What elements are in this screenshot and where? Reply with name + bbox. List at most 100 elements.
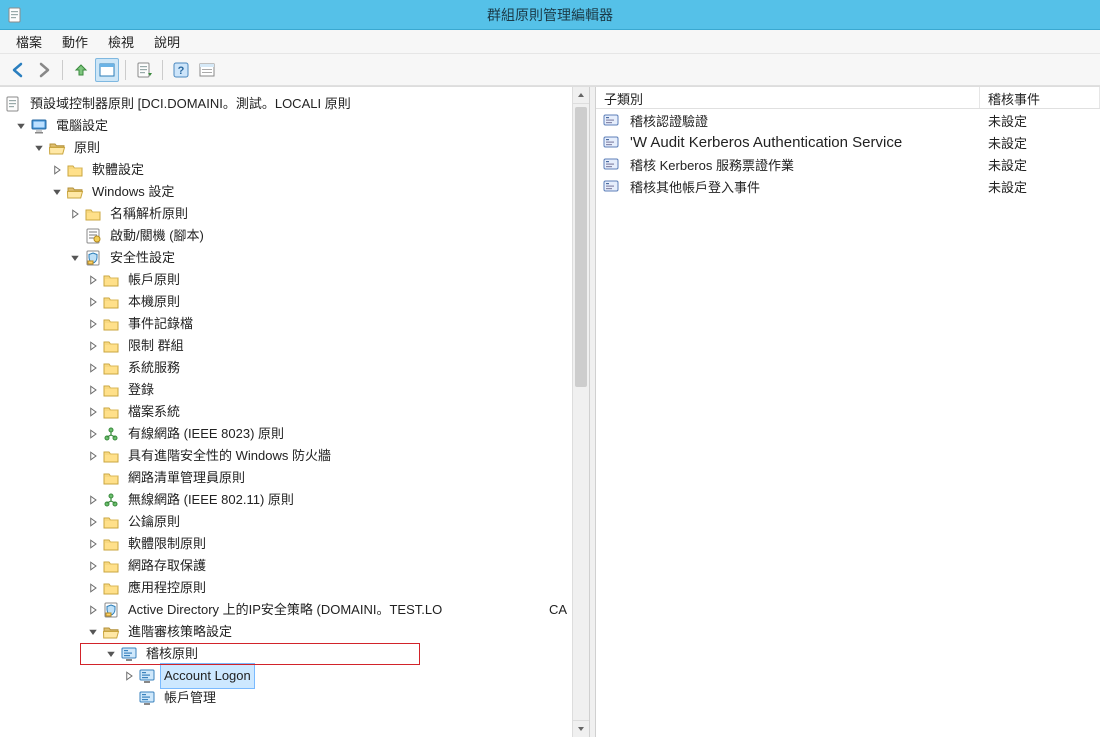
- folder-icon: [102, 381, 120, 399]
- list-header: 子類別 稽核事件: [596, 87, 1100, 109]
- scroll-down-icon[interactable]: [573, 720, 589, 737]
- folder-icon: [102, 447, 120, 465]
- title-bar: 群組原則管理編輯器: [0, 0, 1100, 30]
- audit-icon: [138, 689, 156, 707]
- policy-icon: [4, 95, 22, 113]
- audit-icon: [138, 667, 156, 685]
- list-row[interactable]: 'W Audit Kerberos Authentication Service…: [596, 131, 1100, 153]
- expand-icon[interactable]: [86, 339, 100, 353]
- menu-file[interactable]: 檔案: [6, 30, 52, 53]
- expand-icon[interactable]: [14, 119, 28, 133]
- content-area: 預設域控制器原則 [DCI.DOMAINI。測試。LOCALI 原則 電腦設定 …: [0, 86, 1100, 737]
- expand-icon[interactable]: [68, 207, 82, 221]
- expand-icon[interactable]: [50, 185, 64, 199]
- folder-icon: [102, 337, 120, 355]
- column-audit-events[interactable]: 稽核事件: [980, 87, 1100, 108]
- computer-icon: [30, 117, 48, 135]
- expand-icon[interactable]: [86, 427, 100, 441]
- list-item-value: 未設定: [980, 155, 1100, 174]
- expand-icon[interactable]: [86, 559, 100, 573]
- folder-icon: [66, 161, 84, 179]
- separator: [62, 60, 63, 80]
- expand-icon[interactable]: [122, 669, 136, 683]
- list-item-value: 未設定: [980, 111, 1100, 130]
- menu-help[interactable]: 說明: [144, 30, 190, 53]
- menu-bar: 檔案 動作 檢視 說明: [0, 30, 1100, 54]
- separator: [162, 60, 163, 80]
- expand-icon[interactable]: [86, 537, 100, 551]
- navigation-tree[interactable]: 預設域控制器原則 [DCI.DOMAINI。測試。LOCALI 原則 電腦設定 …: [0, 87, 589, 715]
- security-icon: [102, 601, 120, 619]
- item-icon: [602, 133, 620, 151]
- folder-icon: [102, 513, 120, 531]
- folder-icon: [102, 293, 120, 311]
- expand-icon[interactable]: [86, 515, 100, 529]
- script-icon: [84, 227, 102, 245]
- expand-icon[interactable]: [50, 163, 64, 177]
- tree-label[interactable]: 帳戶管理: [160, 685, 220, 711]
- folder-icon: [102, 579, 120, 597]
- window-title: 群組原則管理編輯器: [487, 5, 613, 25]
- expand-icon[interactable]: [86, 361, 100, 375]
- folder-icon: [102, 535, 120, 553]
- folder-icon: [84, 205, 102, 223]
- list-row[interactable]: 稽核 Kerberos 服務票證作業 未設定: [596, 153, 1100, 175]
- toolbar: [0, 54, 1100, 86]
- security-icon: [84, 249, 102, 267]
- network-icon: [102, 425, 120, 443]
- scrollbar-vertical[interactable]: [572, 87, 589, 737]
- list-body: 稽核認證驗證未設定'W Audit Kerberos Authenticatio…: [596, 109, 1100, 197]
- list-item-label: 稽核認證驗證: [630, 111, 708, 130]
- column-subcategory[interactable]: 子類別: [596, 87, 980, 108]
- export-button[interactable]: [132, 58, 156, 82]
- expand-icon[interactable]: [86, 603, 100, 617]
- item-icon: [602, 111, 620, 129]
- item-icon: [602, 177, 620, 195]
- folder-icon: [102, 469, 120, 487]
- list-item-value: 未設定: [980, 133, 1100, 152]
- expand-icon[interactable]: [86, 625, 100, 639]
- scroll-thumb[interactable]: [575, 107, 587, 387]
- folder-icon: [102, 557, 120, 575]
- expand-icon[interactable]: [86, 581, 100, 595]
- list-item-label: 稽核 Kerberos 服務票證作業: [630, 155, 794, 174]
- list-item-label: 'W Audit Kerberos Authentication Service: [630, 134, 902, 151]
- expand-icon[interactable]: [86, 449, 100, 463]
- folder-icon: [102, 271, 120, 289]
- menu-action[interactable]: 動作: [52, 30, 98, 53]
- expand-icon[interactable]: [86, 295, 100, 309]
- list-row[interactable]: 稽核認證驗證 未設定: [596, 109, 1100, 131]
- folder-icon: [102, 359, 120, 377]
- expand-icon[interactable]: [86, 317, 100, 331]
- separator: [125, 60, 126, 80]
- expand-icon[interactable]: [32, 141, 46, 155]
- expand-icon[interactable]: [86, 405, 100, 419]
- tree-label-suffix: CA: [549, 599, 567, 621]
- expand-icon[interactable]: [86, 383, 100, 397]
- list-item-value: 未設定: [980, 177, 1100, 196]
- expand-icon[interactable]: [86, 493, 100, 507]
- expand-icon[interactable]: [86, 273, 100, 287]
- audit-icon: [120, 645, 138, 663]
- folder-icon: [102, 623, 120, 641]
- details-panel: 子類別 稽核事件 稽核認證驗證未設定'W Audit Kerberos Auth…: [596, 87, 1100, 737]
- folder-icon: [48, 139, 66, 157]
- expand-icon[interactable]: [104, 647, 118, 661]
- item-icon: [602, 155, 620, 173]
- forward-button[interactable]: [32, 58, 56, 82]
- scroll-up-icon[interactable]: [573, 87, 589, 104]
- app-icon: [6, 6, 24, 24]
- list-item-label: 稽核其他帳戶登入事件: [630, 177, 760, 196]
- menu-view[interactable]: 檢視: [98, 30, 144, 53]
- help-button[interactable]: [169, 58, 193, 82]
- list-row[interactable]: 稽核其他帳戶登入事件 未設定: [596, 175, 1100, 197]
- folder-icon: [102, 315, 120, 333]
- up-button[interactable]: [69, 58, 93, 82]
- back-button[interactable]: [6, 58, 30, 82]
- folder-icon: [66, 183, 84, 201]
- folder-icon: [102, 403, 120, 421]
- tree-panel: 預設域控制器原則 [DCI.DOMAINI。測試。LOCALI 原則 電腦設定 …: [0, 87, 590, 737]
- expand-icon[interactable]: [68, 251, 82, 265]
- view-list-button[interactable]: [195, 58, 219, 82]
- show-hide-tree-button[interactable]: [95, 58, 119, 82]
